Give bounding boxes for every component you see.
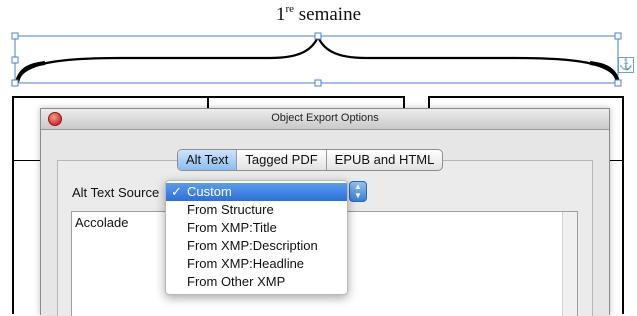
resize-handle[interactable] bbox=[614, 79, 622, 87]
alt-text-source-label: Alt Text Source bbox=[72, 185, 160, 200]
table-border bbox=[428, 96, 624, 98]
menu-item-from-xmp-headline[interactable]: From XMP:Headline bbox=[166, 255, 347, 273]
table-border bbox=[403, 96, 405, 108]
resize-handle[interactable] bbox=[314, 79, 322, 87]
anchor-icon[interactable]: ⚓ bbox=[618, 57, 634, 73]
menu-item-from-other-xmp[interactable]: From Other XMP bbox=[166, 273, 347, 291]
table-border bbox=[207, 96, 209, 108]
tab-bar: Alt Text Tagged PDF EPUB and HTML bbox=[177, 149, 444, 171]
table-border bbox=[12, 96, 14, 314]
menu-item-from-xmp-title[interactable]: From XMP:Title bbox=[166, 219, 347, 237]
document-canvas: 1re semaine ⚓ Object Export Options Alt … bbox=[0, 0, 637, 316]
resize-handle[interactable] bbox=[11, 79, 19, 87]
dialog-title: Object Export Options bbox=[271, 112, 379, 124]
resize-handle[interactable] bbox=[614, 32, 622, 40]
scrollbar[interactable] bbox=[562, 212, 577, 316]
brace-left-end bbox=[15, 61, 46, 83]
alt-text-value: Accolade bbox=[75, 215, 129, 230]
resize-handle[interactable] bbox=[314, 32, 322, 40]
popup-arrows-icon[interactable]: ▲ ▼ bbox=[349, 181, 367, 202]
table-border bbox=[608, 160, 622, 161]
table-border bbox=[622, 96, 624, 314]
menu-item-from-structure[interactable]: From Structure bbox=[166, 201, 347, 219]
table-border bbox=[428, 96, 430, 108]
tab-epub-html[interactable]: EPUB and HTML bbox=[327, 150, 443, 170]
brace-right-end bbox=[589, 61, 620, 83]
table-border bbox=[12, 160, 40, 161]
tab-tagged-pdf[interactable]: Tagged PDF bbox=[237, 150, 327, 170]
menu-item-custom[interactable]: ✓ Custom bbox=[166, 183, 347, 201]
alt-text-source-menu: ✓ Custom From Structure From XMP:Title F… bbox=[165, 180, 348, 295]
selection-frame bbox=[14, 35, 619, 84]
checkmark-icon: ✓ bbox=[171, 184, 182, 199]
dialog-titlebar[interactable]: Object Export Options bbox=[41, 109, 609, 130]
tab-alt-text[interactable]: Alt Text bbox=[178, 150, 238, 170]
menu-item-label: Custom bbox=[187, 184, 232, 199]
resize-handle[interactable] bbox=[11, 56, 19, 64]
resize-handle[interactable] bbox=[11, 32, 19, 40]
curly-brace bbox=[15, 34, 620, 83]
menu-item-from-xmp-description[interactable]: From XMP:Description bbox=[166, 237, 347, 255]
